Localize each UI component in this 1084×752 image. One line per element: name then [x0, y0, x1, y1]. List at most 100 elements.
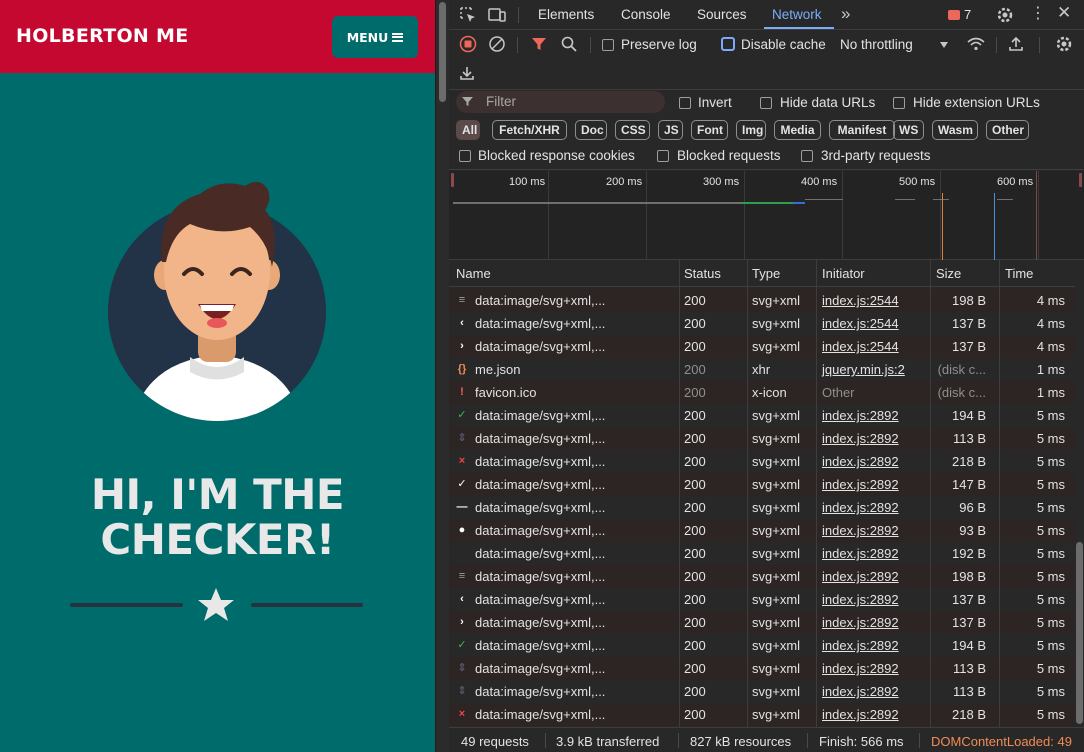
search-icon[interactable]: [559, 34, 579, 54]
invert-checkbox[interactable]: [679, 97, 691, 109]
col-header-time[interactable]: Time: [1005, 266, 1033, 281]
load-marker-line: [994, 193, 995, 260]
table-row[interactable]: × data:image/svg+xml,... 200 svg+xml index.j…: [449, 450, 1075, 473]
request-initiator[interactable]: index.js:2892: [822, 408, 899, 423]
request-initiator[interactable]: index.js:2892: [822, 454, 899, 469]
table-row[interactable]: ‹ data:image/svg+xml,... 200 svg+xml index.j…: [449, 588, 1075, 611]
table-row[interactable]: ≡ data:image/svg+xml,... 200 svg+xml index.j…: [449, 289, 1075, 312]
request-name: data:image/svg+xml,...: [475, 477, 606, 492]
request-initiator[interactable]: index.js:2892: [822, 661, 899, 676]
table-row[interactable]: ≡ data:image/svg+xml,... 200 svg+xml index.j…: [449, 565, 1075, 588]
request-initiator[interactable]: index.js:2892: [822, 592, 899, 607]
page-preview: HOLBERTON ME MENU HI, I'M THE CHECKER!: [0, 0, 435, 752]
filter-funnel-icon[interactable]: [529, 34, 549, 54]
page-scrollbar[interactable]: [435, 0, 449, 752]
inspect-element-icon[interactable]: [458, 5, 478, 25]
hide-data-urls-checkbox[interactable]: [760, 97, 772, 109]
request-initiator[interactable]: index.js:2892: [822, 615, 899, 630]
overview-handle-left[interactable]: [451, 173, 454, 187]
timeline-overview[interactable]: 100 ms 200 ms 300 ms 400 ms 500 ms 600 m…: [449, 171, 1084, 260]
table-row[interactable]: × data:image/svg+xml,... 200 svg+xml index.j…: [449, 703, 1075, 726]
chip-js[interactable]: JS: [658, 120, 683, 140]
request-initiator[interactable]: index.js:2892: [822, 523, 899, 538]
col-header-name[interactable]: Name: [456, 266, 491, 281]
table-row[interactable]: ‹ data:image/svg+xml,... 200 svg+xml index.j…: [449, 312, 1075, 335]
page-scrollbar-thumb[interactable]: [439, 2, 446, 102]
tab-console[interactable]: Console: [621, 7, 671, 22]
chip-media[interactable]: Media: [774, 120, 821, 140]
request-initiator[interactable]: index.js:2892: [822, 546, 899, 561]
tab-sources[interactable]: Sources: [697, 7, 747, 22]
disable-cache-checkbox[interactable]: [721, 37, 735, 51]
table-row[interactable]: data:image/svg+xml,... 200 svg+xml index.js…: [449, 542, 1075, 565]
table-row[interactable]: ✓ data:image/svg+xml,... 200 svg+xml index.j…: [449, 634, 1075, 657]
table-row[interactable]: ● data:image/svg+xml,... 200 svg+xml index.j…: [449, 519, 1075, 542]
blocked-cookies-checkbox[interactable]: [459, 150, 471, 162]
request-initiator[interactable]: index.js:2892: [822, 500, 899, 515]
blocked-cookies-label: Blocked response cookies: [478, 148, 635, 163]
col-header-status[interactable]: Status: [684, 266, 721, 281]
import-har-icon[interactable]: [1006, 34, 1026, 54]
clear-icon[interactable]: [487, 34, 507, 54]
table-row[interactable]: › data:image/svg+xml,... 200 svg+xml index.j…: [449, 335, 1075, 358]
chip-wasm[interactable]: Wasm: [932, 120, 978, 140]
record-stop-icon[interactable]: [458, 34, 478, 54]
col-header-size[interactable]: Size: [936, 266, 961, 281]
request-size: 192 B: [952, 546, 986, 561]
network-settings-gear-icon[interactable]: [1054, 34, 1074, 54]
request-initiator[interactable]: jquery.min.js:2: [822, 362, 905, 377]
col-header-initiator[interactable]: Initiator: [822, 266, 865, 281]
chip-doc[interactable]: Doc: [575, 120, 607, 140]
table-row[interactable]: — data:image/svg+xml,... 200 svg+xml index.j…: [449, 496, 1075, 519]
chip-all[interactable]: All: [456, 120, 480, 140]
request-initiator[interactable]: index.js:2892: [822, 477, 899, 492]
chip-img[interactable]: Img: [736, 120, 766, 140]
filter-input[interactable]: Filter: [456, 91, 665, 113]
table-scrollbar-thumb[interactable]: [1076, 542, 1083, 724]
more-options-icon[interactable]: ⋮: [1030, 3, 1046, 23]
request-initiator[interactable]: index.js:2544: [822, 339, 899, 354]
settings-gear-icon[interactable]: [995, 5, 1015, 25]
chip-ws[interactable]: WS: [893, 120, 924, 140]
table-row[interactable]: ⇕ data:image/svg+xml,... 200 svg+xml index.j…: [449, 427, 1075, 450]
request-name: data:image/svg+xml,...: [475, 592, 606, 607]
col-header-type[interactable]: Type: [752, 266, 780, 281]
request-initiator[interactable]: index.js:2892: [822, 431, 899, 446]
table-row[interactable]: ✓ data:image/svg+xml,... 200 svg+xml index.j…: [449, 473, 1075, 496]
chip-other[interactable]: Other: [986, 120, 1029, 140]
tab-network[interactable]: Network: [772, 7, 822, 22]
chip-font[interactable]: Font: [691, 120, 728, 140]
request-initiator[interactable]: index.js:2892: [822, 638, 899, 653]
table-row[interactable]: {} me.json 200 xhr jquery.min.js:2 (disk c...…: [449, 358, 1075, 381]
close-devtools-icon[interactable]: ✕: [1057, 3, 1071, 23]
export-har-icon[interactable]: [457, 63, 477, 83]
third-party-checkbox[interactable]: [801, 150, 813, 162]
request-initiator[interactable]: index.js:2544: [822, 293, 899, 308]
table-row[interactable]: ⇕ data:image/svg+xml,... 200 svg+xml index.j…: [449, 680, 1075, 703]
chip-fetch-xhr[interactable]: Fetch/XHR: [492, 120, 567, 140]
table-row[interactable]: ⇕ data:image/svg+xml,... 200 svg+xml index.j…: [449, 657, 1075, 680]
throttling-select[interactable]: No throttling: [840, 37, 913, 52]
request-initiator[interactable]: index.js:2892: [822, 569, 899, 584]
table-row[interactable]: › data:image/svg+xml,... 200 svg+xml index.j…: [449, 611, 1075, 634]
chip-css[interactable]: CSS: [615, 120, 650, 140]
request-initiator[interactable]: index.js:2544: [822, 316, 899, 331]
preserve-log-checkbox[interactable]: [602, 39, 614, 51]
overview-handle-right[interactable]: [1079, 173, 1082, 187]
table-scrollbar[interactable]: [1075, 287, 1084, 727]
network-conditions-icon[interactable]: [966, 34, 986, 54]
hide-extension-urls-checkbox[interactable]: [893, 97, 905, 109]
devtools-tabbar: Elements Console Sources Network » 7 ⋮ ✕: [449, 0, 1084, 30]
chip-manifest[interactable]: Manifest: [829, 120, 895, 140]
menu-button[interactable]: MENU: [332, 16, 418, 58]
request-initiator[interactable]: index.js:2892: [822, 684, 899, 699]
more-tabs-icon[interactable]: »: [841, 4, 850, 24]
table-row[interactable]: ! favicon.ico 200 x-icon Other (disk c... 1 ms: [449, 381, 1075, 404]
brand-logo[interactable]: HOLBERTON ME: [16, 25, 189, 47]
device-toolbar-icon[interactable]: [487, 5, 507, 25]
request-initiator[interactable]: index.js:2892: [822, 707, 899, 722]
issues-badge[interactable]: 7: [948, 7, 971, 22]
tab-elements[interactable]: Elements: [538, 7, 594, 22]
table-row[interactable]: ✓ data:image/svg+xml,... 200 svg+xml index.j…: [449, 404, 1075, 427]
blocked-requests-checkbox[interactable]: [657, 150, 669, 162]
